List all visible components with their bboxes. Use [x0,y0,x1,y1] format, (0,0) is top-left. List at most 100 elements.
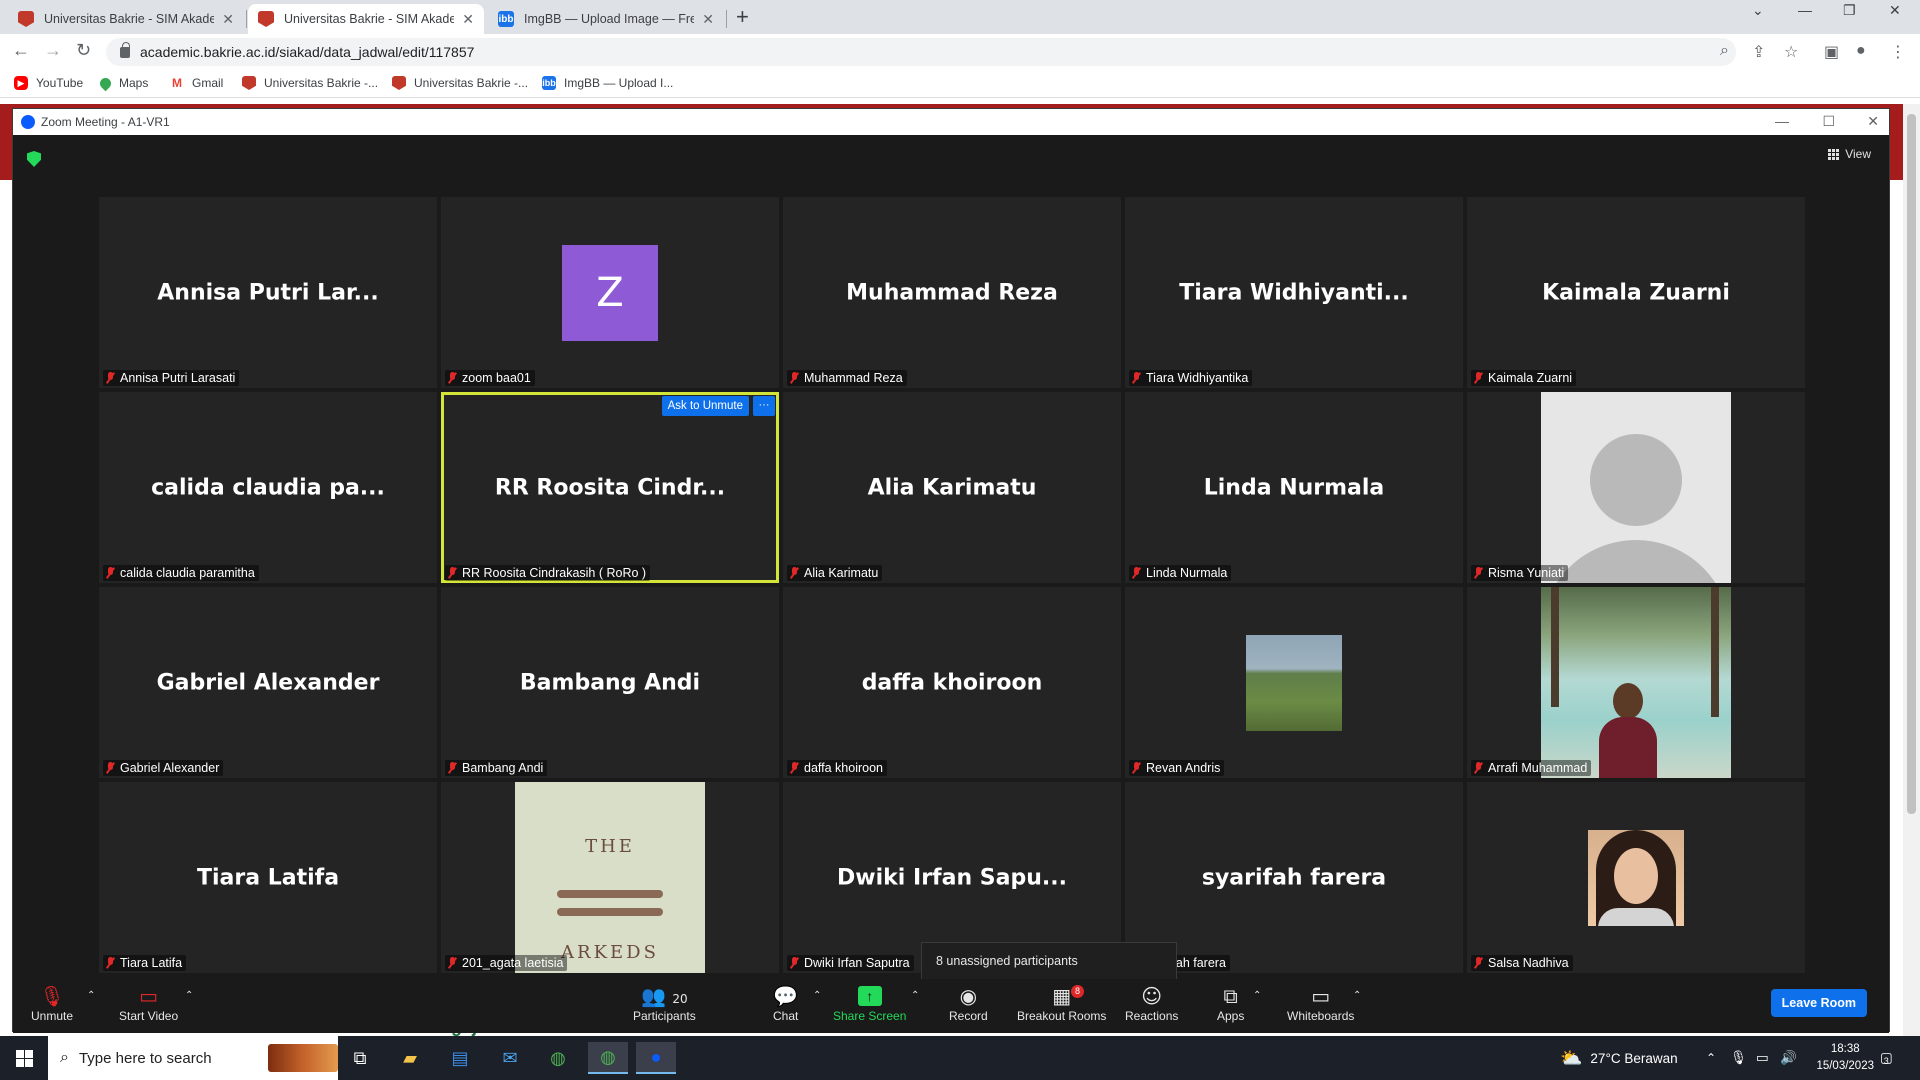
zoom-minimize-icon[interactable]: — [1775,113,1789,129]
mic-muted-icon [105,566,115,580]
browser-tab-3[interactable]: ibb ImgBB — Upload Image — Free ✕ [488,4,724,34]
participant-tile[interactable]: Tiara Latifa Tiara Latifa [99,782,437,973]
participant-tile[interactable]: Muhammad Reza Muhammad Reza [783,197,1121,388]
tile-more-options-button[interactable]: ··· [753,396,775,416]
participant-tile[interactable]: Salsa Nadhiva [1467,782,1805,973]
taskbar-search-box[interactable]: ⌕ Type here to search [48,1036,338,1080]
page-scrollbar[interactable] [1903,104,1920,1036]
zoom-maximize-icon[interactable]: ☐ [1822,113,1835,130]
scroll-thumb[interactable] [1907,114,1916,814]
participant-tile[interactable]: Bambang Andi Bambang Andi [441,587,779,778]
tab-search-icon[interactable]: ⌄ [1752,2,1764,19]
bookmark-gmail[interactable]: M Gmail [170,76,223,90]
participants-button[interactable]: 👥 20 Participants [633,983,696,1023]
browser-tab-2[interactable]: Universitas Bakrie - SIM Akadem ✕ [248,4,484,34]
leave-room-button[interactable]: Leave Room [1770,989,1867,1017]
participant-name: calida claudia paramitha [120,566,255,580]
participant-tile[interactable]: calida claudia pa... calida claudia para… [99,392,437,583]
participant-tile[interactable]: Arrafi Muhammad [1467,587,1805,778]
bookmark-university-1[interactable]: Universitas Bakrie -... [242,76,378,90]
participant-tile[interactable]: THE ARKEDS 201_agata laetisia [441,782,779,973]
participant-tile[interactable]: Tiara Widhiyanti... Tiara Widhiyantika [1125,197,1463,388]
participant-tile-active-speaker[interactable]: RR Roosita Cindr... Ask to Unmute ··· RR… [441,392,779,583]
bookmark-star-icon[interactable]: ☆ [1784,42,1798,62]
address-bar[interactable]: academic.bakrie.ac.id/siakad/data_jadwal… [106,38,1736,66]
audio-options-caret[interactable]: ⌃ [87,983,95,1009]
search-icon: ⌕ [60,1049,69,1066]
profile-icon[interactable]: ● [1856,42,1866,60]
breakout-rooms-button[interactable]: ▦ 8 Breakout Rooms [1017,983,1106,1023]
participant-display-name: Dwiki Irfan Sapu... [837,865,1067,890]
participant-tile[interactable]: Risma Yuniati [1467,392,1805,583]
tab-close-icon[interactable]: ✕ [222,11,234,28]
restore-icon[interactable]: ❐ [1843,2,1856,19]
zoom-close-icon[interactable]: ✕ [1867,113,1879,130]
video-options-caret[interactable]: ⌃ [185,983,193,1009]
task-view-icon[interactable]: ⧉ [340,1042,380,1074]
bookmark-imgbb[interactable]: ibb ImgBB — Upload I... [542,76,673,90]
participant-tile[interactable]: Revan Andris [1125,587,1463,778]
participant-tile[interactable]: daffa khoiroon daffa khoiroon [783,587,1121,778]
participant-tile[interactable]: Kaimala Zuarni Kaimala Zuarni [1467,197,1805,388]
back-arrow-icon[interactable]: ← [12,40,30,61]
tab-close-icon[interactable]: ✕ [702,11,714,28]
file-explorer-icon[interactable]: ▰ [390,1042,430,1074]
system-clock[interactable]: 18:38 15/03/2023 [1816,1041,1874,1075]
mic-muted-icon [105,371,115,385]
participants-icon: 👥 20 [641,984,688,1008]
share-options-caret[interactable]: ⌃ [911,983,919,1009]
network-icon[interactable]: ▭ [1756,1036,1769,1080]
bookmark-youtube[interactable]: ▶ YouTube [14,76,83,90]
side-panel-icon[interactable]: ▣ [1824,42,1839,62]
reactions-button[interactable]: ☺ Reactions [1125,983,1178,1023]
participant-tile[interactable]: Z zoom baa01 [441,197,779,388]
whiteboards-options-caret[interactable]: ⌃ [1353,983,1361,1009]
participant-tile[interactable]: Annisa Putri Lar... Annisa Putri Larasat… [99,197,437,388]
chat-options-caret[interactable]: ⌃ [813,983,821,1009]
chrome-window-icon[interactable]: ◍ [588,1042,628,1074]
participant-tile[interactable]: Linda Nurmala Linda Nurmala [1125,392,1463,583]
clock-date: 15/03/2023 [1816,1060,1874,1072]
windows-start-icon[interactable] [16,1050,33,1067]
participants-label: Participants [633,1009,696,1023]
weather-widget[interactable]: ⛅ 27°C Berawan [1560,1036,1678,1080]
mail-icon[interactable]: ✉ [490,1042,530,1074]
ask-to-unmute-button[interactable]: Ask to Unmute [661,396,749,416]
microsoft-store-icon[interactable]: ▤ [440,1042,480,1074]
reload-icon[interactable]: ↻ [76,40,91,61]
zoom-magnifier-icon[interactable]: ⌕ [1720,42,1729,60]
new-tab-button[interactable]: + [736,4,749,30]
apps-options-caret[interactable]: ⌃ [1253,983,1261,1009]
microphone-icon[interactable]: 🎙 [1730,1036,1747,1080]
participant-tile[interactable]: Alia Karimatu Alia Karimatu [783,392,1121,583]
view-button[interactable]: View [1828,147,1871,161]
zoom-app-icon[interactable]: ● [636,1042,676,1074]
bookmark-maps[interactable]: Maps [97,75,148,91]
minimize-icon[interactable]: — [1798,2,1812,18]
mic-muted-icon [1473,371,1483,385]
share-icon[interactable]: ⇪ [1752,42,1765,62]
share-screen-button[interactable]: ↑ Share Screen [833,983,906,1023]
apps-button[interactable]: ⧉ Apps [1217,983,1244,1023]
chat-bubble-icon: 💬 [773,984,799,1008]
menu-kebab-icon[interactable]: ⋮ [1890,42,1906,62]
notification-center-icon[interactable]: ▢ 3 [1880,1036,1893,1080]
unassigned-participants-tooltip[interactable]: 8 unassigned participants [921,942,1177,980]
close-icon[interactable]: ✕ [1889,2,1901,19]
whiteboards-button[interactable]: ▭ Whiteboards [1287,983,1354,1023]
chrome-icon[interactable]: ◍ [538,1042,578,1074]
encryption-shield-icon[interactable] [27,151,41,167]
portrait-face [1614,847,1658,904]
participant-tile[interactable]: Gabriel Alexander Gabriel Alexander [99,587,437,778]
browser-tab-1[interactable]: Universitas Bakrie - SIM Akadem ✕ [8,4,244,34]
tab-close-icon[interactable]: ✕ [462,11,474,28]
start-video-button[interactable]: ▭ Start Video [119,983,178,1023]
tray-chevron-icon[interactable]: ⌃ [1706,1036,1716,1080]
participant-name: Muhammad Reza [804,371,903,385]
record-button[interactable]: ◉ Record [949,983,988,1023]
unmute-button[interactable]: 🎙 Unmute [31,983,73,1023]
bookmark-university-2[interactable]: Universitas Bakrie -... [392,76,528,90]
chat-button[interactable]: 💬 Chat [773,983,798,1023]
forward-arrow-icon[interactable]: → [44,40,62,61]
volume-icon[interactable]: 🔊 [1780,1036,1797,1080]
